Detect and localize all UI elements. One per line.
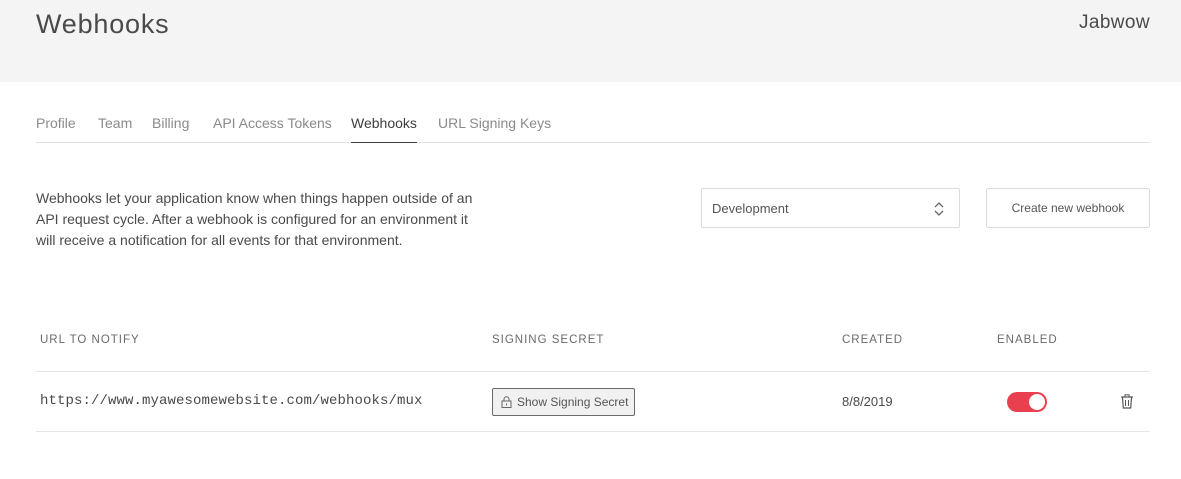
create-webhook-button[interactable]: Create new webhook (986, 188, 1150, 228)
created-date: 8/8/2019 (842, 394, 893, 409)
column-header-enabled: ENABLED (997, 334, 1058, 346)
lock-icon (501, 396, 512, 408)
column-header-signing-secret: SIGNING SECRET (492, 334, 605, 346)
trash-icon[interactable] (1120, 394, 1134, 409)
up-down-chevron-icon (934, 202, 944, 216)
tab-billing[interactable]: Billing (152, 115, 189, 143)
tab-api-access-tokens[interactable]: API Access Tokens (213, 115, 332, 143)
show-signing-secret-button[interactable]: Show Signing Secret (492, 388, 635, 416)
toggle-knob (1029, 394, 1045, 410)
page-header: Webhooks Jabwow (0, 0, 1181, 82)
webhook-url: https://www.myawesomewebsite.com/webhook… (40, 393, 423, 409)
tab-url-signing-keys[interactable]: URL Signing Keys (438, 115, 551, 143)
column-header-created: CREATED (842, 334, 904, 346)
table-divider (36, 371, 1150, 372)
tab-profile[interactable]: Profile (36, 115, 76, 143)
enabled-toggle[interactable] (1007, 392, 1047, 412)
environment-select[interactable]: Development (701, 188, 960, 228)
settings-tabs: Profile Team Billing API Access Tokens W… (36, 115, 1150, 143)
account-name[interactable]: Jabwow (1079, 12, 1150, 34)
show-signing-secret-label: Show Signing Secret (517, 395, 629, 409)
page-title: Webhooks (36, 9, 170, 39)
webhooks-description: Webhooks let your application know when … (36, 190, 473, 248)
tab-webhooks[interactable]: Webhooks (351, 115, 417, 143)
table-divider (36, 431, 1150, 432)
environment-select-value: Development (712, 201, 789, 216)
column-header-url: URL TO NOTIFY (40, 334, 140, 346)
tab-team[interactable]: Team (98, 115, 132, 143)
